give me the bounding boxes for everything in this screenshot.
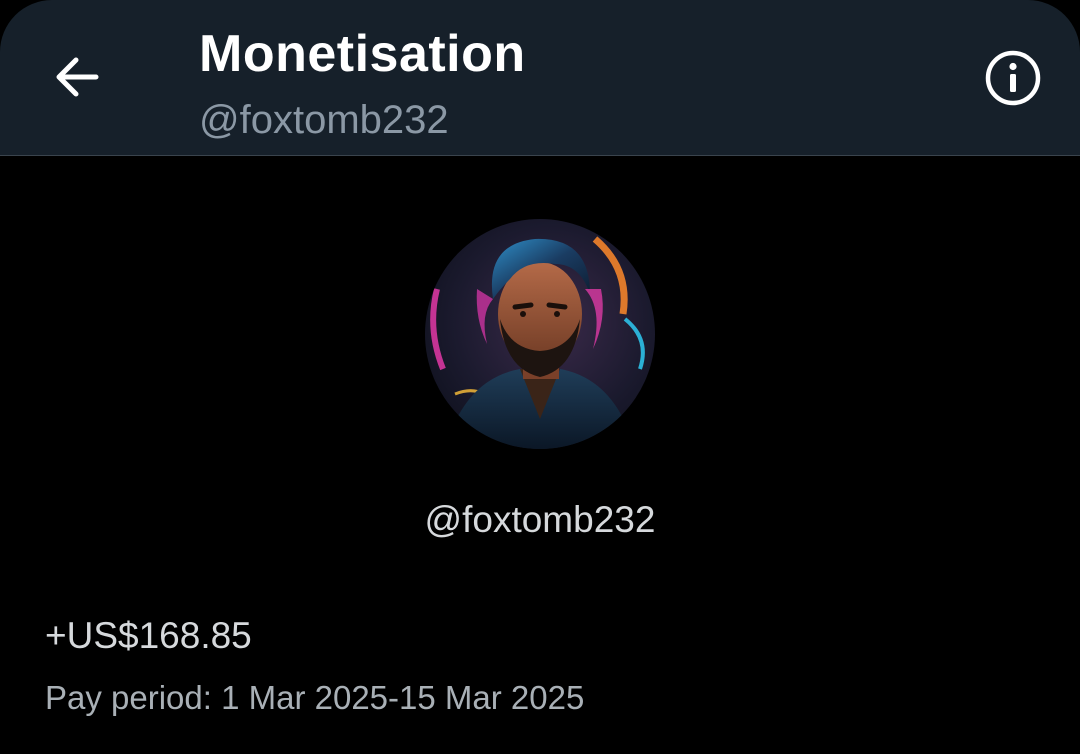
profile-handle: @foxtomb232 [424, 499, 656, 540]
pay-period: Pay period: 1 Mar 2025-15 Mar 2025 [45, 679, 585, 716]
top-app-bar: Monetisation @foxtomb232 [0, 0, 1080, 156]
back-button[interactable] [44, 46, 110, 112]
info-button[interactable] [980, 47, 1046, 113]
avatar [425, 219, 655, 449]
page-title: Monetisation [199, 25, 526, 83]
account-handle-subtitle: @foxtomb232 [199, 98, 449, 142]
info-circle-icon [983, 48, 1043, 113]
monetisation-screen: Monetisation @foxtomb232 @foxtomb232 +US… [0, 0, 1080, 754]
arrow-left-icon [52, 52, 102, 107]
earnings-amount: +US$168.85 [45, 615, 252, 656]
